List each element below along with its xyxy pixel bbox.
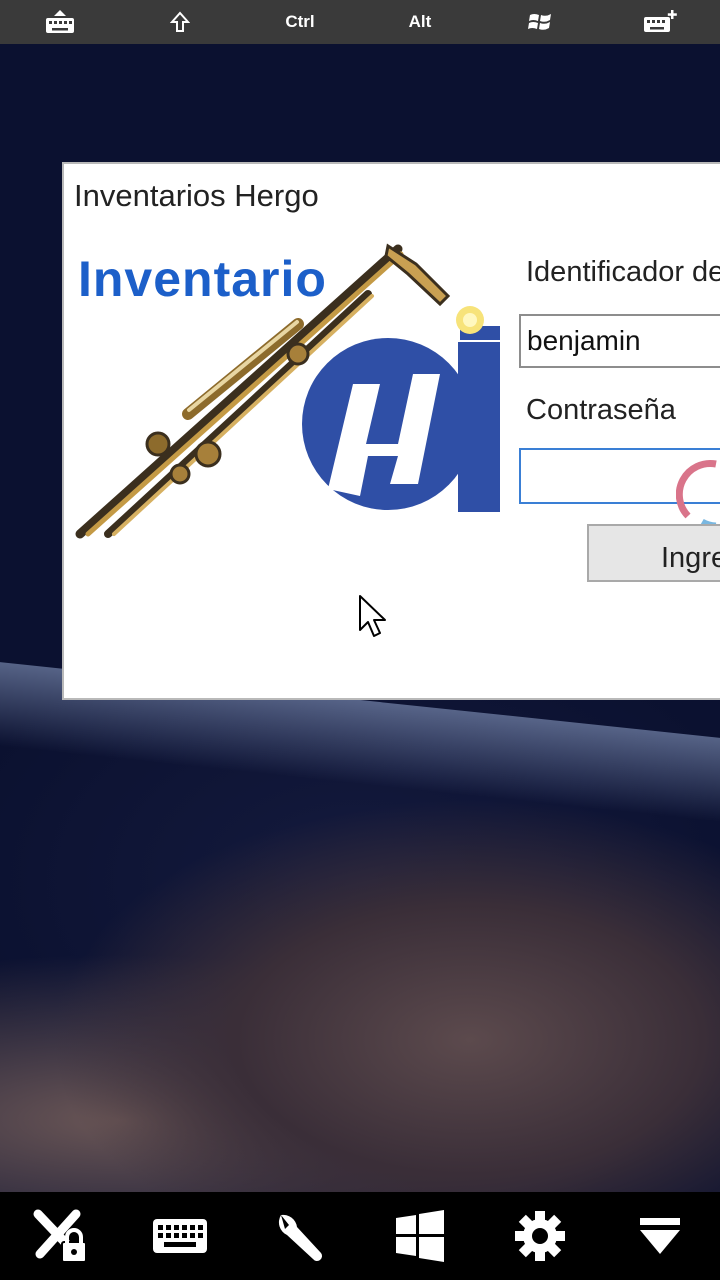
- disconnect-lock-icon: [33, 1209, 87, 1263]
- login-button[interactable]: Ingre: [587, 524, 720, 582]
- login-dialog: Inventarios Hergo Inventario Identificad…: [62, 162, 720, 700]
- collapse-toolbar-button[interactable]: [610, 1192, 710, 1280]
- keyboard-hide-icon: [46, 10, 74, 33]
- username-label: Identificador de: [526, 256, 720, 288]
- bottom-toolbar: [0, 1192, 720, 1280]
- loading-spinner-icon: [676, 459, 717, 530]
- keyboard-hide-button[interactable]: [10, 0, 110, 44]
- mouse-pointer-icon: [359, 595, 386, 637]
- wrench-icon: [278, 1214, 322, 1261]
- windows-key-button[interactable]: [490, 0, 590, 44]
- ctrl-key-button[interactable]: Ctrl: [250, 0, 350, 44]
- username-input[interactable]: [519, 314, 720, 368]
- keyboard-add-button[interactable]: [610, 0, 710, 44]
- tools-button[interactable]: [250, 1192, 350, 1280]
- keyboard-icon: [153, 1219, 207, 1253]
- dialog-title: Inventarios Hergo: [74, 178, 319, 213]
- windows-icon: [396, 1210, 444, 1262]
- settings-button[interactable]: [490, 1192, 590, 1280]
- alt-key-button[interactable]: Alt: [370, 0, 470, 44]
- windows-start-button[interactable]: [370, 1192, 470, 1280]
- keyboard-button[interactable]: [130, 1192, 230, 1280]
- collapse-icon: [640, 1218, 680, 1254]
- top-toolbar: Ctrl Alt: [0, 0, 720, 44]
- shift-arrow-icon: [170, 11, 190, 32]
- windows-logo-icon: [528, 14, 551, 30]
- gear-icon: [515, 1211, 565, 1261]
- shift-key-button[interactable]: [130, 0, 230, 44]
- remote-desktop-screen: Ctrl Alt Inventarios Hergo Inventario Id…: [0, 0, 720, 1280]
- disconnect-button[interactable]: [10, 1192, 110, 1280]
- logo-text: Inventario: [78, 251, 327, 307]
- password-label: Contraseña: [526, 394, 676, 426]
- keyboard-add-icon: [644, 10, 677, 32]
